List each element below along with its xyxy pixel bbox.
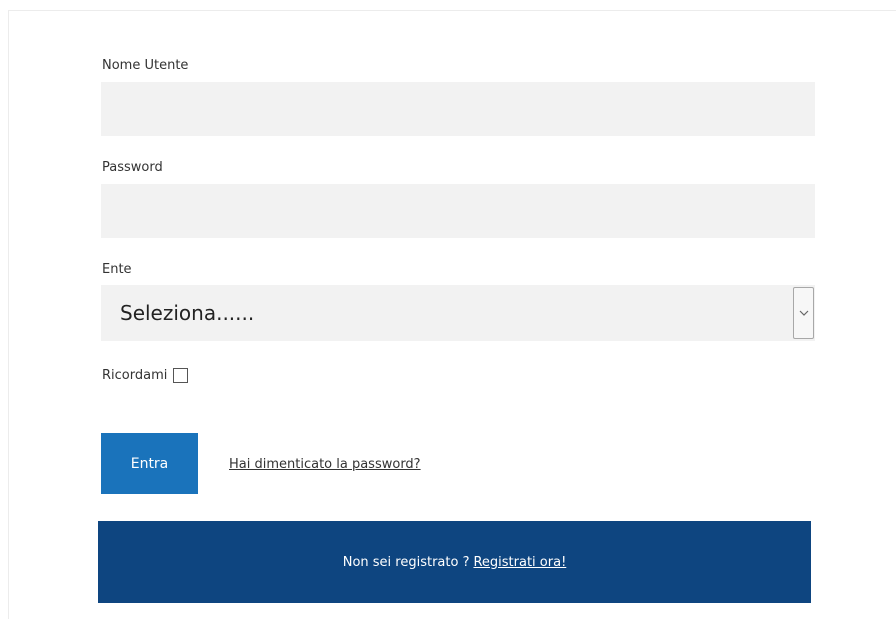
- login-button[interactable]: Entra: [101, 433, 198, 494]
- remember-checkbox[interactable]: [173, 368, 189, 383]
- username-input[interactable]: [101, 82, 815, 136]
- ente-label: Ente: [102, 262, 132, 277]
- chevron-down-icon: [799, 310, 808, 316]
- select-dropdown-button[interactable]: [793, 287, 814, 339]
- remember-row: Ricordami: [102, 368, 189, 383]
- register-banner: Non sei registrato ? Registrati ora!: [98, 521, 811, 603]
- ente-select[interactable]: Seleziona......: [101, 285, 815, 341]
- forgot-password-link[interactable]: Hai dimenticato la password?: [229, 457, 421, 472]
- password-input[interactable]: [101, 184, 815, 238]
- password-label: Password: [102, 160, 163, 175]
- register-prompt: Non sei registrato ?: [342, 554, 470, 570]
- remember-label: Ricordami: [102, 368, 168, 383]
- ente-select-value: Seleziona......: [120, 301, 255, 325]
- username-label: Nome Utente: [102, 58, 189, 73]
- register-link[interactable]: Registrati ora!: [473, 555, 566, 570]
